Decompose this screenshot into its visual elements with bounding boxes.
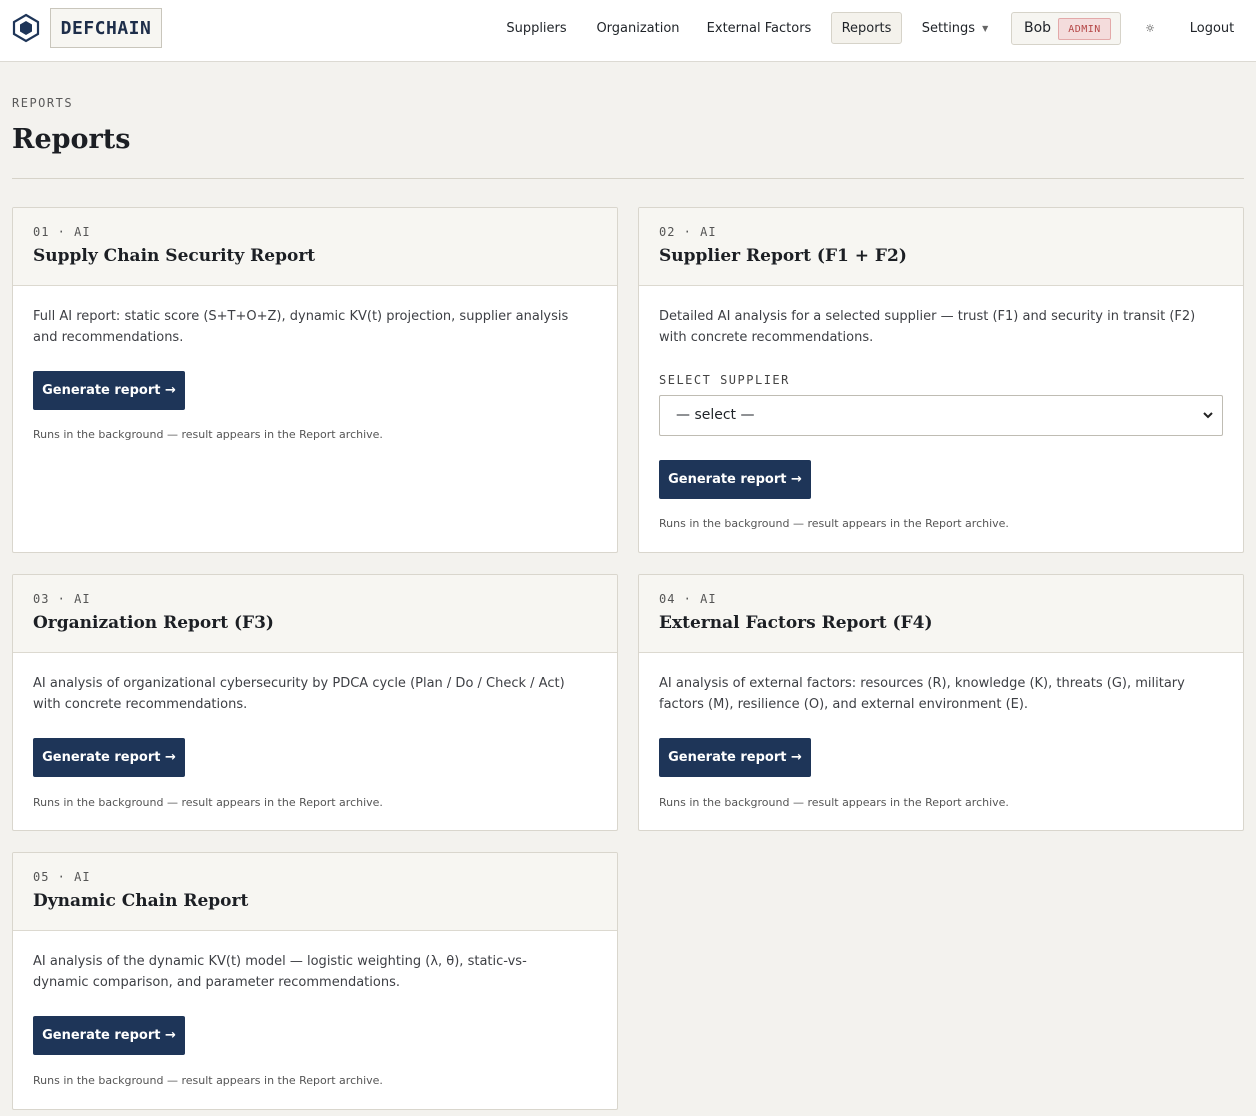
user-name: Bob (1024, 20, 1052, 36)
user-menu[interactable]: Bob ADMIN (1011, 12, 1121, 45)
card-header: 03 · AI Organization Report (F3) (13, 575, 617, 653)
role-badge: ADMIN (1058, 18, 1111, 40)
nav-reports[interactable]: Reports (831, 12, 902, 44)
card-description: AI analysis of organizational cybersecur… (33, 676, 565, 712)
card-number: 03 · AI (33, 592, 91, 606)
generate-report-button[interactable]: Generate report → (33, 738, 185, 777)
report-card-dynamic-chain: 05 · AI Dynamic Chain Report AI analysis… (12, 852, 618, 1110)
card-note: Runs in the background — result appears … (33, 1074, 383, 1087)
card-header: 05 · AI Dynamic Chain Report (13, 853, 617, 931)
card-description: Full AI report: static score (S+T+O+Z), … (33, 309, 569, 345)
card-header: 02 · AI Supplier Report (F1 + F2) (639, 208, 1243, 286)
card-header: 01 · AI Supply Chain Security Report (13, 208, 617, 286)
breadcrumb: REPORTS (12, 96, 74, 110)
caret-down-icon: ▼ (982, 23, 989, 33)
generate-report-button[interactable]: Generate report → (659, 738, 811, 777)
heading-divider (12, 178, 1244, 179)
report-card-organization: 03 · AI Organization Report (F3) AI anal… (12, 574, 618, 831)
card-note: Runs in the background — result appears … (659, 796, 1009, 809)
card-description: AI analysis of external factors: resourc… (659, 676, 1185, 712)
card-title: Supplier Report (F1 + F2) (659, 246, 907, 266)
generate-report-button[interactable]: Generate report → (33, 371, 185, 410)
select-supplier-label: SELECT SUPPLIER (659, 373, 790, 387)
nav-settings-label: Settings (921, 20, 976, 36)
card-note: Runs in the background — result appears … (33, 428, 383, 441)
card-title: Dynamic Chain Report (33, 891, 249, 911)
generate-report-button[interactable]: Generate report → (659, 460, 811, 499)
brand-logo[interactable]: DEFCHAIN (50, 8, 162, 48)
card-number: 02 · AI (659, 225, 717, 239)
logout-button[interactable]: Logout (1180, 12, 1244, 44)
card-header: 04 · AI External Factors Report (F4) (639, 575, 1243, 653)
page-title: Reports (12, 124, 131, 155)
card-title: Organization Report (F3) (33, 613, 274, 633)
card-note: Runs in the background — result appears … (33, 796, 383, 809)
nav-external-factors[interactable]: External Factors (700, 12, 818, 44)
card-title: Supply Chain Security Report (33, 246, 316, 266)
chevron-down-icon (1203, 412, 1213, 419)
card-description: AI analysis of the dynamic KV(t) model —… (33, 954, 527, 990)
card-number: 05 · AI (33, 870, 91, 884)
supplier-select[interactable]: — select — (659, 395, 1223, 436)
supplier-select-value: — select — (676, 407, 755, 423)
card-description: Detailed AI analysis for a selected supp… (659, 309, 1196, 345)
report-card-supplier: 02 · AI Supplier Report (F1 + F2) Detail… (638, 207, 1244, 553)
nav-suppliers[interactable]: Suppliers (498, 12, 575, 44)
hexagon-logo-icon[interactable] (12, 13, 40, 43)
sun-icon[interactable]: ☼ (1142, 20, 1158, 36)
generate-report-button[interactable]: Generate report → (33, 1016, 185, 1055)
card-title: External Factors Report (F4) (659, 613, 933, 633)
nav-settings-dropdown[interactable]: Settings ▼ (915, 12, 995, 44)
card-note: Runs in the background — result appears … (659, 517, 1009, 530)
nav-organization[interactable]: Organization (589, 12, 687, 44)
card-number: 04 · AI (659, 592, 717, 606)
card-number: 01 · AI (33, 225, 91, 239)
report-card-supply-chain: 01 · AI Supply Chain Security Report Ful… (12, 207, 618, 553)
top-navbar: DEFCHAIN Suppliers Organization External… (0, 0, 1256, 62)
report-card-external-factors: 04 · AI External Factors Report (F4) AI … (638, 574, 1244, 831)
